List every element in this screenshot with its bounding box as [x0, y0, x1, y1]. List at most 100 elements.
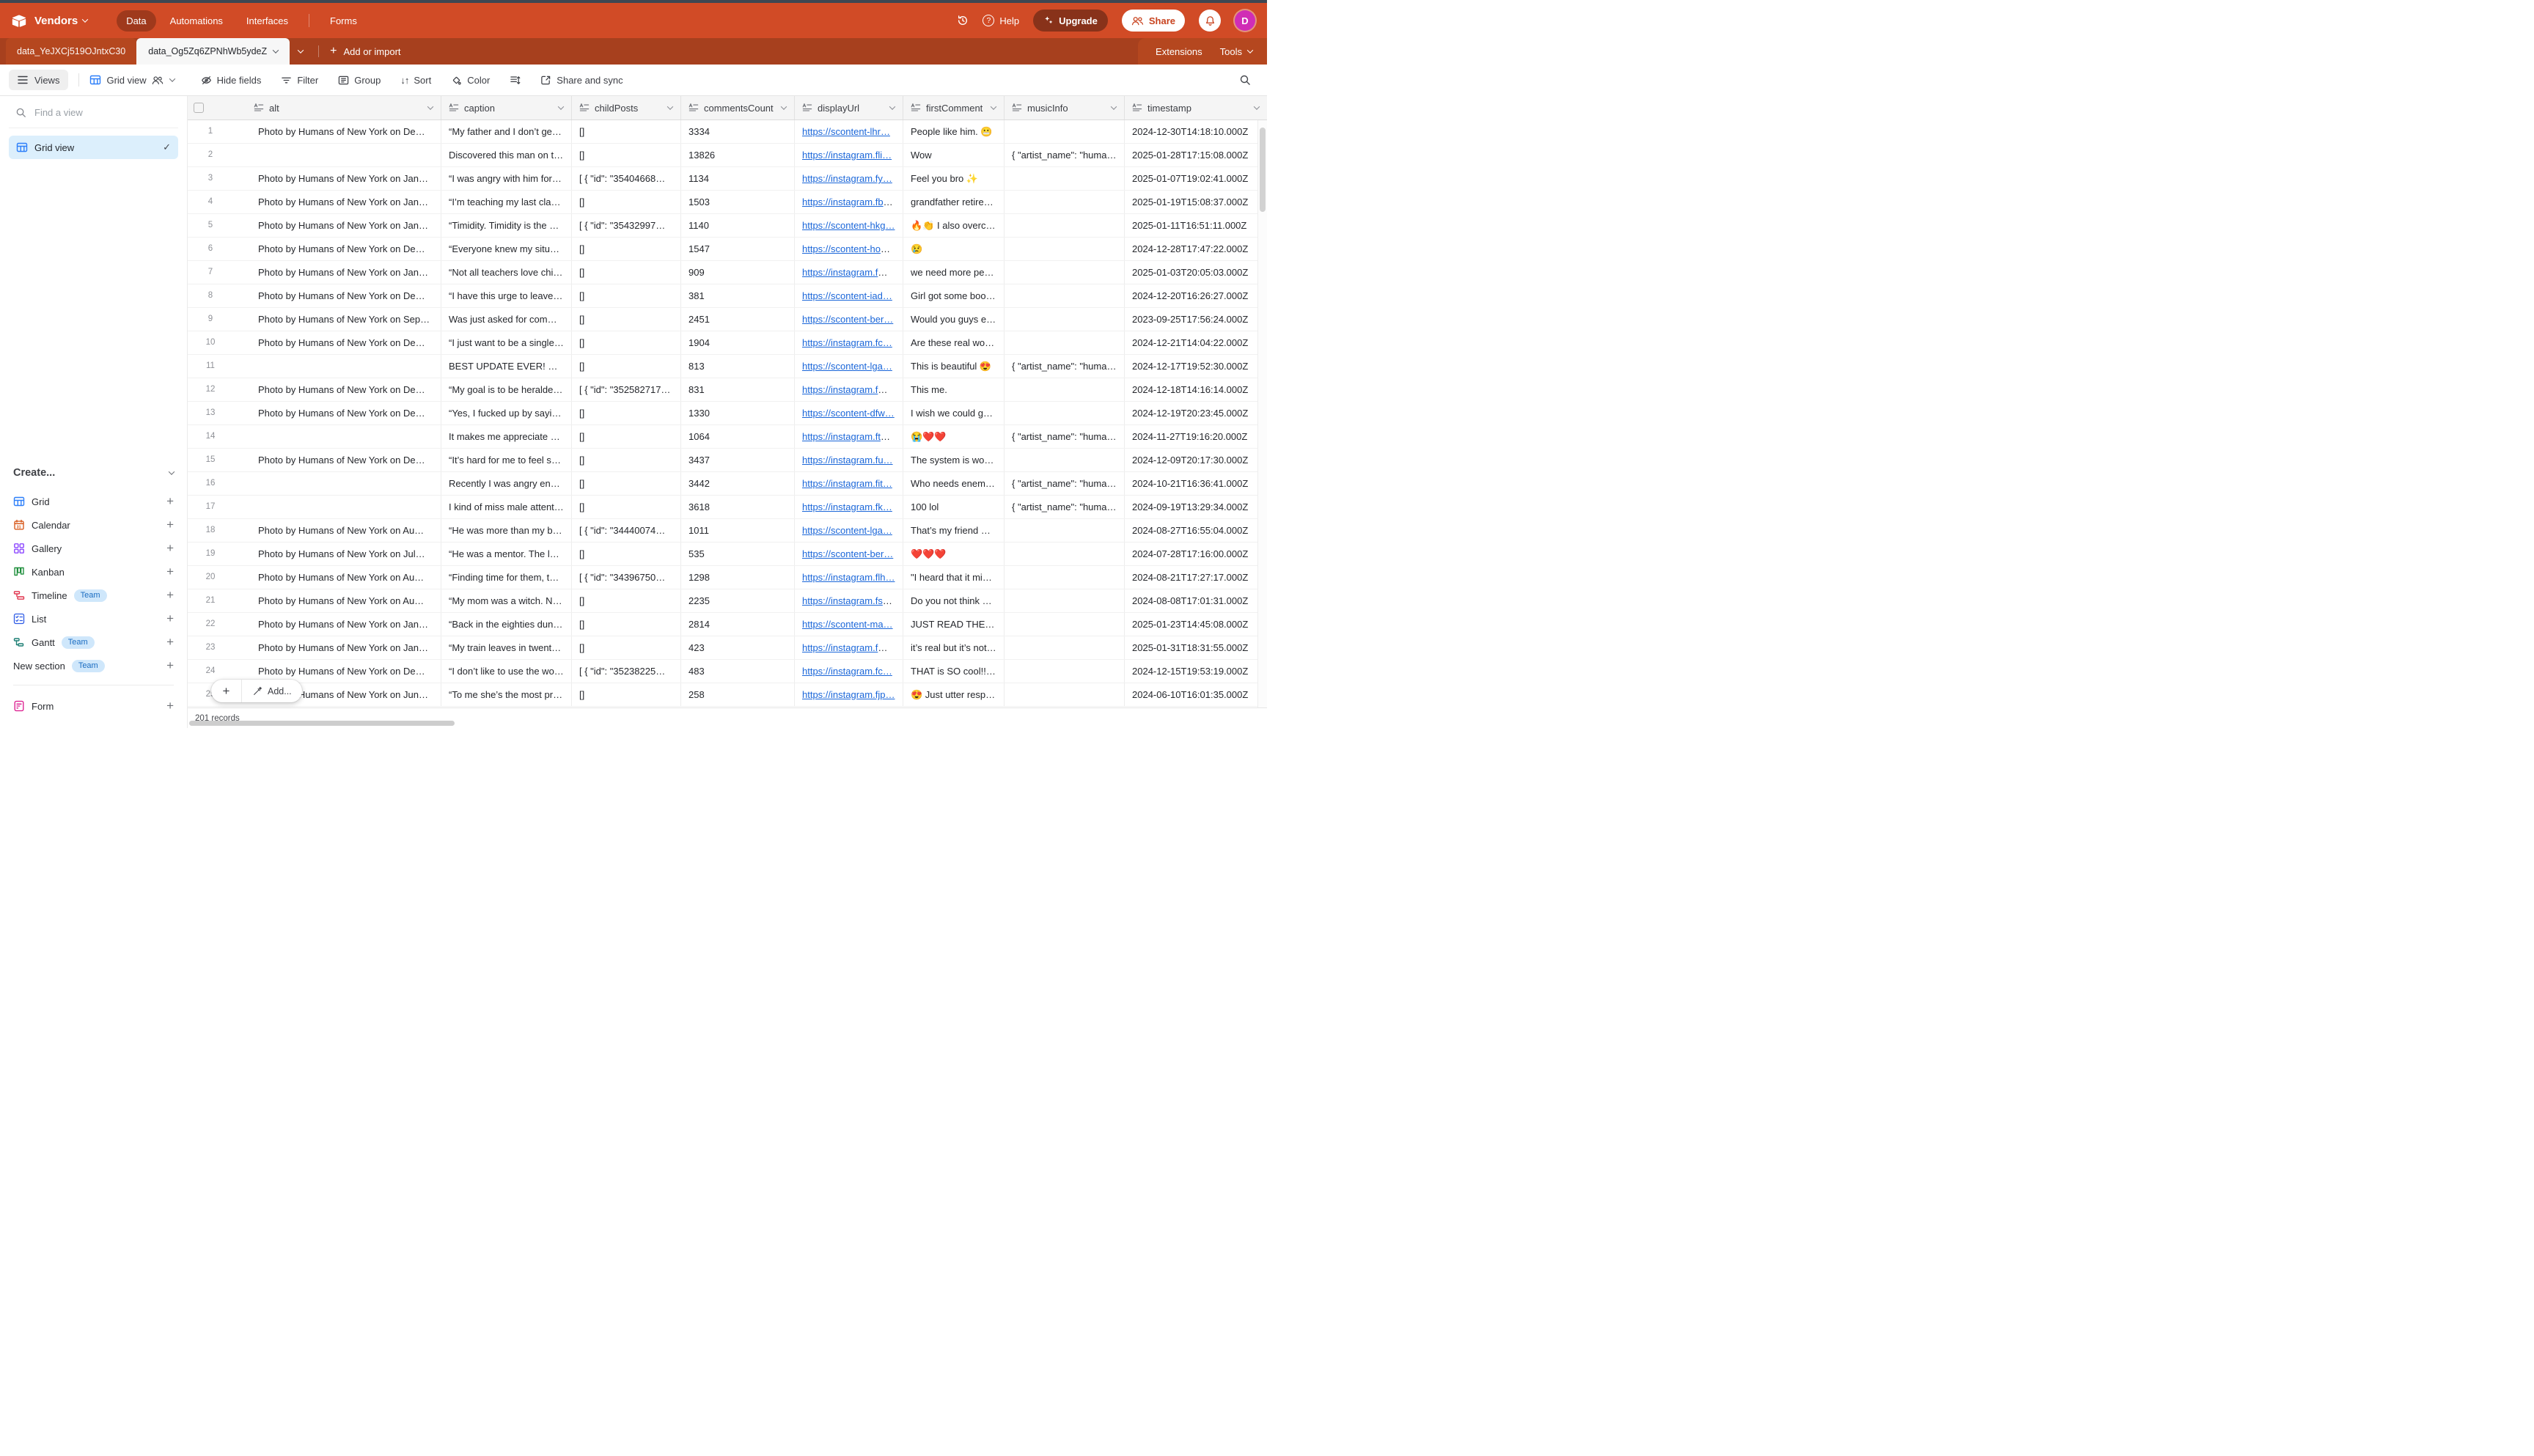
- cell-commentsCount[interactable]: 535: [681, 543, 795, 565]
- cell-musicInfo[interactable]: [1005, 238, 1125, 260]
- display-url-link[interactable]: https://instagram.fm…: [802, 642, 895, 653]
- cell-displayUrl[interactable]: https://instagram.fk…: [795, 496, 903, 518]
- cell-caption[interactable]: “My mom was a witch. No…: [441, 589, 572, 612]
- group-button[interactable]: Group: [338, 75, 381, 86]
- add-view-button[interactable]: +: [166, 494, 174, 509]
- tools-button[interactable]: Tools: [1220, 46, 1252, 57]
- create-section-header[interactable]: Create...: [9, 463, 178, 482]
- cell-childPosts[interactable]: [ { "id": "35238225…: [572, 660, 681, 683]
- cell-caption[interactable]: It makes me appreciate h…: [441, 425, 572, 448]
- cell-childPosts[interactable]: []: [572, 589, 681, 612]
- cell-commentsCount[interactable]: 831: [681, 378, 795, 401]
- cell-commentsCount[interactable]: 381: [681, 284, 795, 307]
- cell-commentsCount[interactable]: 3334: [681, 120, 795, 143]
- cell-firstComment[interactable]: grandfather retire…: [903, 191, 1005, 213]
- cell-firstComment[interactable]: Girl got some boot…: [903, 284, 1005, 307]
- cell-timestamp[interactable]: 2025-01-31T18:31:55.000Z: [1125, 636, 1267, 659]
- cell-firstComment[interactable]: Feel you bro ✨: [903, 167, 1005, 190]
- cell-commentsCount[interactable]: 2814: [681, 613, 795, 636]
- cell-displayUrl[interactable]: https://scontent-hkg…: [795, 214, 903, 237]
- cell-timestamp[interactable]: 2025-01-19T15:08:37.000Z: [1125, 191, 1267, 213]
- tab-forms[interactable]: Forms: [320, 10, 367, 32]
- notifications-button[interactable]: [1199, 10, 1221, 32]
- display-url-link[interactable]: https://scontent-hkg…: [802, 220, 895, 231]
- display-url-link[interactable]: https://instagram.fu…: [802, 455, 893, 466]
- cell-displayUrl[interactable]: https://instagram.fsr…: [795, 589, 903, 612]
- cell-commentsCount[interactable]: 3618: [681, 496, 795, 518]
- cell-musicInfo[interactable]: [1005, 261, 1125, 284]
- cell-displayUrl[interactable]: https://instagram.fli…: [795, 144, 903, 166]
- display-url-link[interactable]: https://scontent-hou…: [802, 243, 895, 254]
- cell-alt[interactable]: 14: [188, 425, 441, 448]
- row-number[interactable]: 1: [199, 120, 221, 143]
- cell-childPosts[interactable]: []: [572, 238, 681, 260]
- cell-caption[interactable]: “It’s hard for me to feel sa…: [441, 449, 572, 471]
- cell-childPosts[interactable]: []: [572, 472, 681, 495]
- cell-commentsCount[interactable]: 1503: [681, 191, 795, 213]
- add-view-button[interactable]: +: [166, 588, 174, 603]
- cell-timestamp[interactable]: 2024-10-21T16:36:41.000Z: [1125, 472, 1267, 495]
- cell-firstComment[interactable]: I wish we could ge…: [903, 402, 1005, 424]
- cell-timestamp[interactable]: 2025-01-07T19:02:41.000Z: [1125, 167, 1267, 190]
- row-number[interactable]: 5: [199, 214, 221, 237]
- cell-timestamp[interactable]: 2024-08-21T17:27:17.000Z: [1125, 566, 1267, 589]
- cell-caption[interactable]: “Yes, I fucked up by sayin…: [441, 402, 572, 424]
- add-view-button[interactable]: +: [166, 658, 174, 673]
- cell-commentsCount[interactable]: 1140: [681, 214, 795, 237]
- cell-firstComment[interactable]: we need more peo…: [903, 261, 1005, 284]
- help-button[interactable]: ? Help: [983, 15, 1019, 26]
- cell-alt[interactable]: 20Photo by Humans of New York on Au…: [188, 566, 441, 589]
- cell-timestamp[interactable]: 2025-01-03T20:05:03.000Z: [1125, 261, 1267, 284]
- cell-timestamp[interactable]: 2024-07-28T17:16:00.000Z: [1125, 543, 1267, 565]
- cell-firstComment[interactable]: JUST READ THE B…: [903, 613, 1005, 636]
- cell-displayUrl[interactable]: https://instagram.fc…: [795, 660, 903, 683]
- display-url-link[interactable]: https://scontent-lga…: [802, 525, 892, 536]
- display-url-link[interactable]: https://scontent-lga…: [802, 361, 892, 372]
- horizontal-scrollbar-thumb[interactable]: [189, 721, 455, 726]
- cell-childPosts[interactable]: []: [572, 331, 681, 354]
- cell-commentsCount[interactable]: 1330: [681, 402, 795, 424]
- cell-caption[interactable]: “Finding time for them, th…: [441, 566, 572, 589]
- display-url-link[interactable]: https://instagram.fc…: [802, 337, 892, 348]
- create-grid-view[interactable]: Grid+: [9, 490, 178, 513]
- cell-childPosts[interactable]: [ { "id": "352582717…: [572, 378, 681, 401]
- cell-caption[interactable]: “Not all teachers love chil…: [441, 261, 572, 284]
- select-all-checkbox[interactable]: [194, 103, 204, 113]
- cell-firstComment[interactable]: Would you guys e…: [903, 308, 1005, 331]
- cell-timestamp[interactable]: 2024-06-10T16:01:35.000Z: [1125, 683, 1267, 706]
- cell-timestamp[interactable]: 2025-01-28T17:15:08.000Z: [1125, 144, 1267, 166]
- cell-alt[interactable]: 18Photo by Humans of New York on Au…: [188, 519, 441, 542]
- cell-timestamp[interactable]: 2023-09-25T17:56:24.000Z: [1125, 308, 1267, 331]
- cell-childPosts[interactable]: []: [572, 120, 681, 143]
- cell-alt[interactable]: 12Photo by Humans of New York on De…: [188, 378, 441, 401]
- create-list-view[interactable]: List+: [9, 607, 178, 630]
- cell-timestamp[interactable]: 2024-12-21T14:04:22.000Z: [1125, 331, 1267, 354]
- cell-commentsCount[interactable]: 3442: [681, 472, 795, 495]
- display-url-link[interactable]: https://instagram.fc…: [802, 666, 892, 677]
- search-button[interactable]: [1239, 74, 1251, 86]
- cell-alt[interactable]: 3Photo by Humans of New York on Jan…: [188, 167, 441, 190]
- cell-firstComment[interactable]: That’s my friend B…: [903, 519, 1005, 542]
- cell-alt[interactable]: 9Photo by Humans of New York on Sep…: [188, 308, 441, 331]
- cell-displayUrl[interactable]: https://instagram.fy…: [795, 167, 903, 190]
- display-url-link[interactable]: https://instagram.fli…: [802, 150, 892, 161]
- cell-childPosts[interactable]: []: [572, 613, 681, 636]
- create-timeline-view[interactable]: TimelineTeam+: [9, 584, 178, 607]
- cell-caption[interactable]: “I’m teaching my last clas…: [441, 191, 572, 213]
- cell-displayUrl[interactable]: https://scontent-iad…: [795, 284, 903, 307]
- cell-childPosts[interactable]: [ { "id": "35432997…: [572, 214, 681, 237]
- display-url-link[interactable]: https://scontent-iad…: [802, 290, 892, 301]
- display-url-link[interactable]: https://instagram.fm…: [802, 267, 895, 278]
- row-number[interactable]: 4: [199, 191, 221, 213]
- cell-timestamp[interactable]: 2024-12-17T19:52:30.000Z: [1125, 355, 1267, 378]
- cell-commentsCount[interactable]: 1904: [681, 331, 795, 354]
- create-form-view[interactable]: Form+: [9, 694, 178, 718]
- cell-caption[interactable]: “To me she’s the most pr…: [441, 683, 572, 706]
- cell-displayUrl[interactable]: https://instagram.fm…: [795, 378, 903, 401]
- cell-caption[interactable]: “My train leaves in twenty…: [441, 636, 572, 659]
- sort-button[interactable]: ↓↑ Sort: [400, 75, 431, 86]
- display-url-link[interactable]: https://scontent-ma…: [802, 619, 893, 630]
- cell-timestamp[interactable]: 2024-12-09T20:17:30.000Z: [1125, 449, 1267, 471]
- cell-timestamp[interactable]: 2024-12-30T14:18:10.000Z: [1125, 120, 1267, 143]
- cell-commentsCount[interactable]: 423: [681, 636, 795, 659]
